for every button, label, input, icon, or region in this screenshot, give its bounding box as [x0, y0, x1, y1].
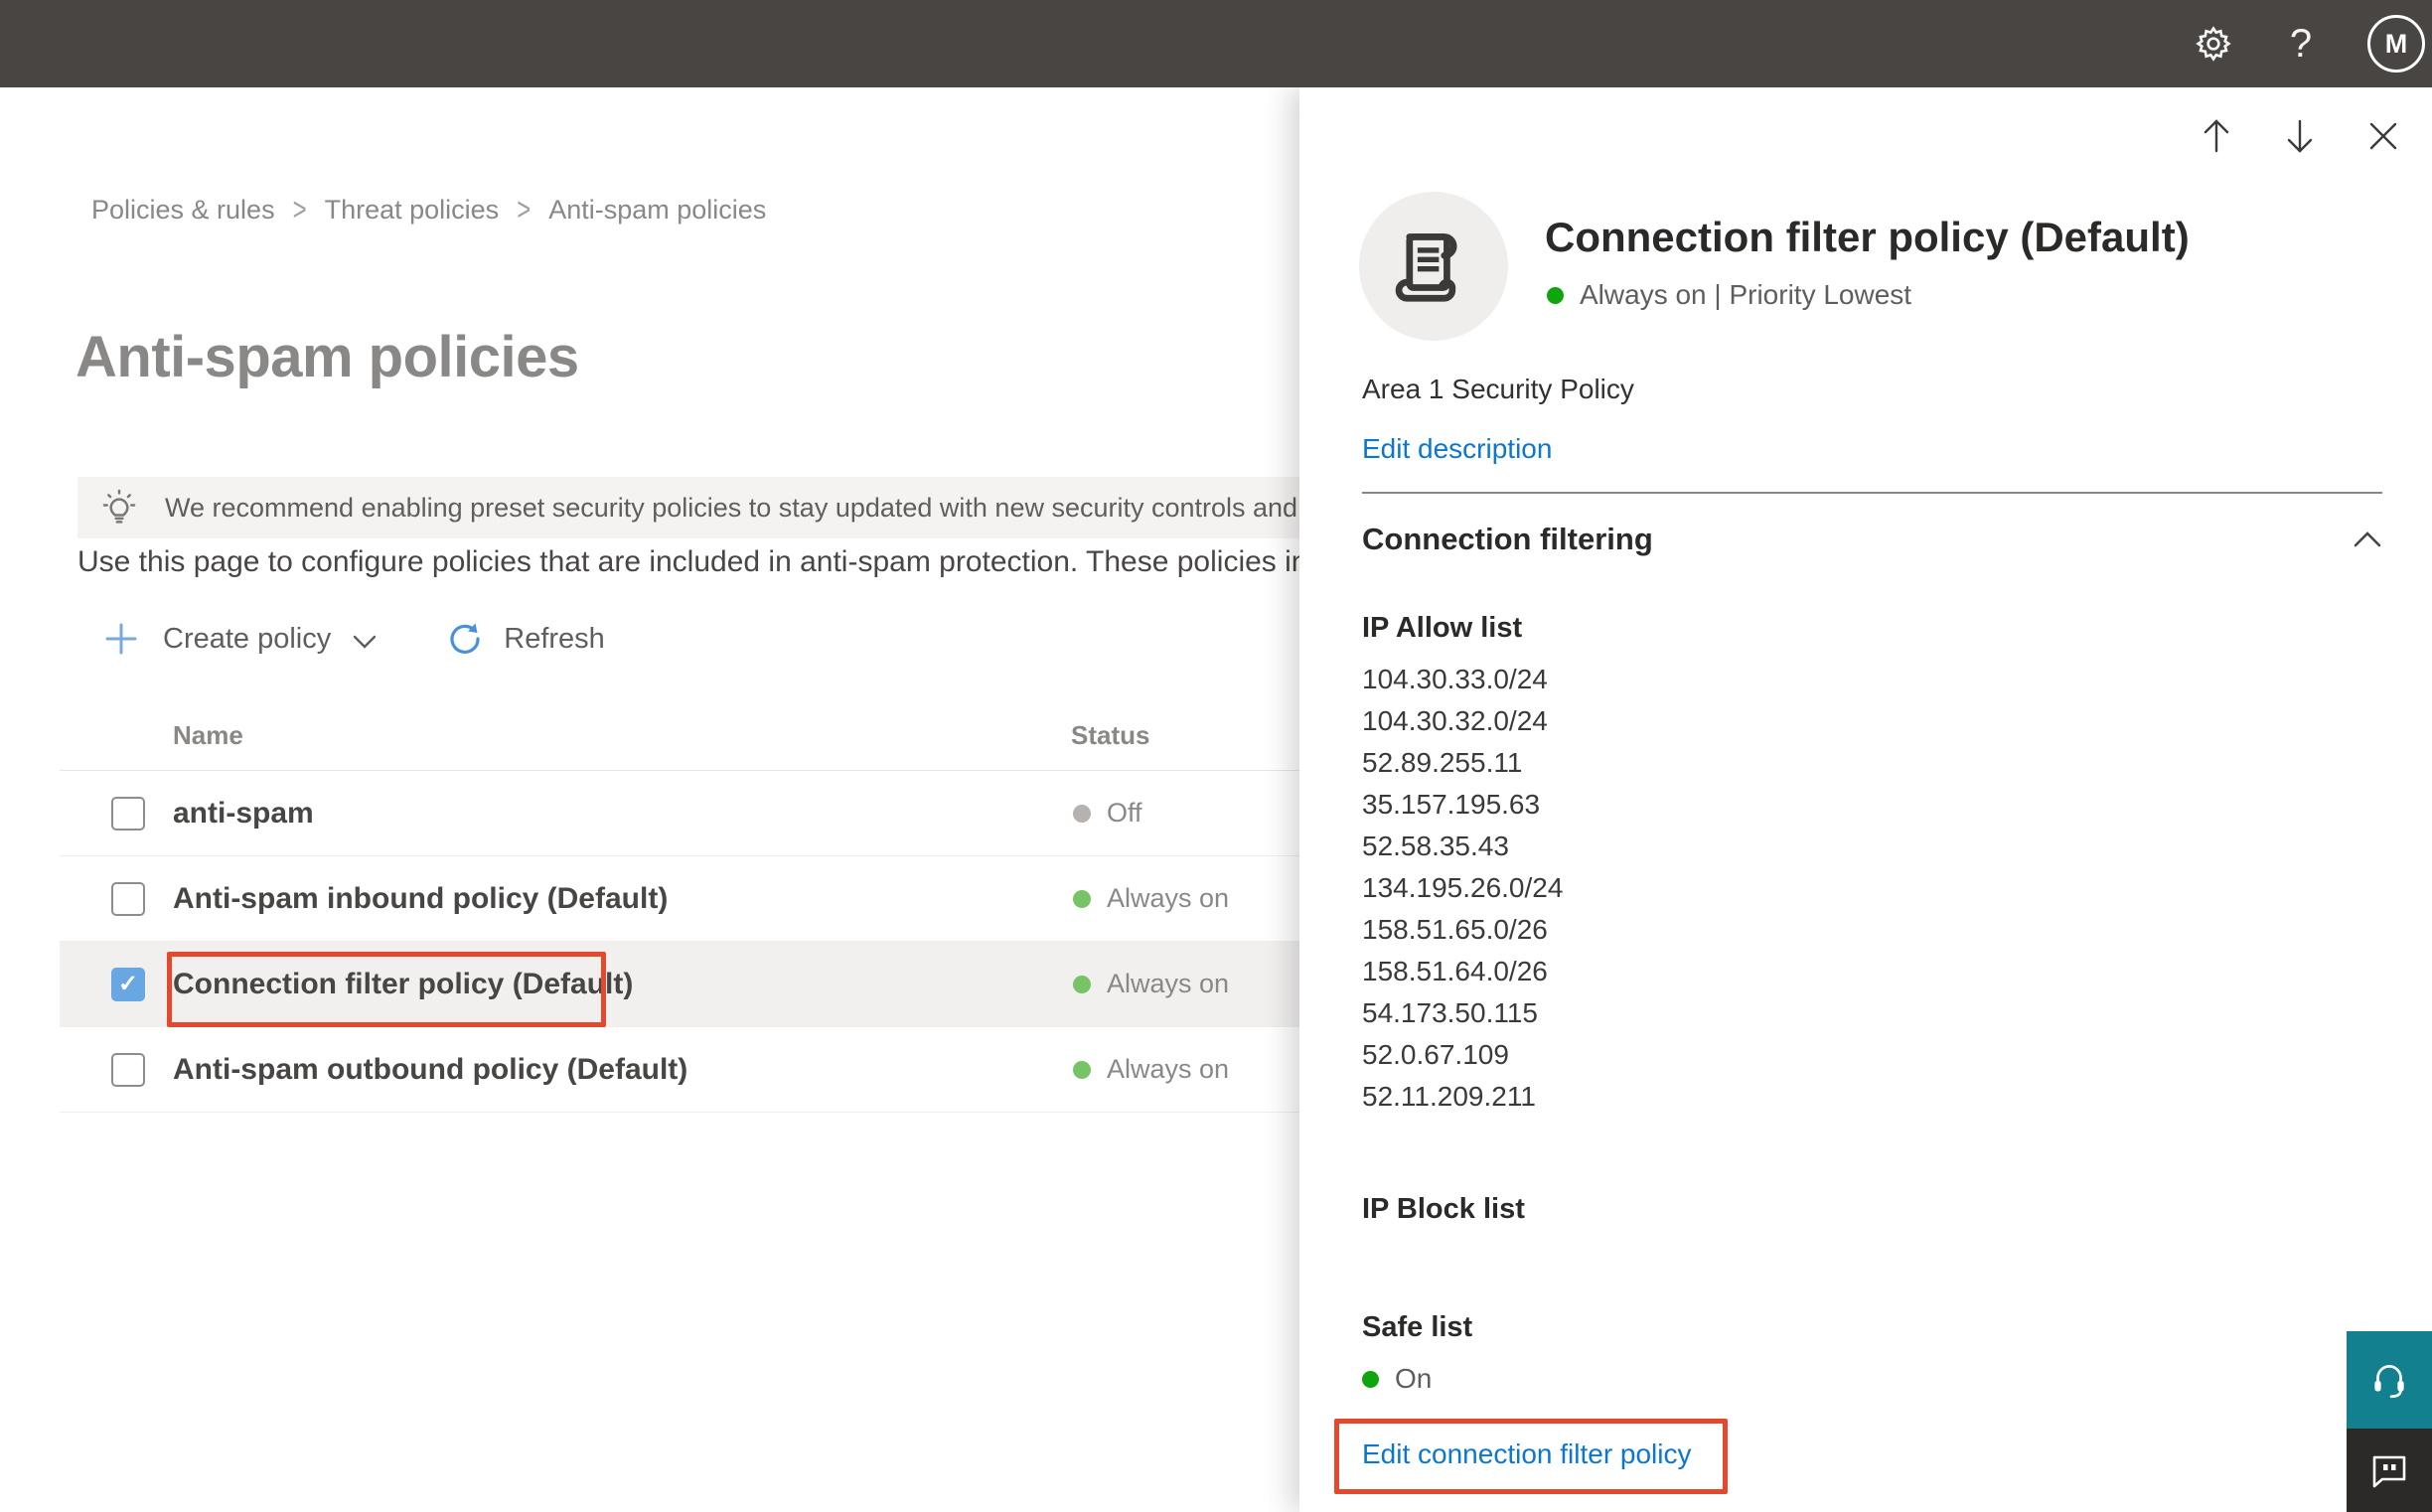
arrow-up-icon — [2200, 117, 2233, 155]
policy-name[interactable]: Connection filter policy (Default) — [173, 968, 633, 1001]
breadcrumb-separator-icon: > — [292, 191, 307, 228]
row-checkbox[interactable] — [111, 1052, 145, 1087]
app-window: ? M Policies & rules > Threat policies >… — [0, 0, 2432, 1512]
row-checkbox[interactable] — [111, 881, 145, 916]
chevron-down-icon — [353, 635, 377, 649]
panel-title: Connection filter policy (Default) — [1545, 214, 2190, 260]
breadcrumb-separator-icon: > — [517, 191, 532, 228]
ip-entry: 52.89.255.11 — [1362, 747, 1523, 778]
edit-description-link[interactable]: Edit description — [1362, 433, 1552, 465]
settings-button[interactable] — [2170, 0, 2257, 87]
table-row[interactable]: Anti-spam inbound policy (Default) Alway… — [60, 856, 1341, 942]
policy-name[interactable]: Anti-spam outbound policy (Default) — [173, 1053, 687, 1087]
row-checkbox[interactable] — [111, 796, 145, 831]
close-panel-button[interactable] — [2364, 117, 2402, 155]
ip-entry: 158.51.65.0/26 — [1362, 914, 1548, 945]
top-app-bar: ? M — [0, 0, 2432, 87]
edit-connection-filter-policy-link[interactable]: Edit connection filter policy — [1362, 1438, 1692, 1470]
feedback-bubble-icon — [2367, 1448, 2411, 1492]
breadcrumb-policies-rules[interactable]: Policies & rules — [91, 195, 275, 226]
refresh-label: Refresh — [504, 622, 605, 655]
safe-list-label: Safe list — [1362, 1311, 1473, 1343]
policy-avatar — [1359, 192, 1508, 341]
refresh-icon — [446, 620, 484, 658]
close-icon — [2367, 120, 2399, 152]
status-dot-on-icon — [1073, 1060, 1091, 1079]
next-item-button[interactable] — [2281, 117, 2319, 155]
table-header: Name Status — [60, 700, 1341, 771]
page-description: Use this page to configure policies that… — [77, 545, 1299, 578]
safe-list-status: On — [1362, 1363, 1432, 1395]
banner-text: We recommend enabling preset security po… — [165, 492, 1299, 523]
status-badge: Always on — [1073, 883, 1229, 914]
breadcrumb-threat-policies[interactable]: Threat policies — [325, 195, 500, 226]
status-badge: Off — [1073, 798, 1142, 829]
column-header-name[interactable]: Name — [173, 720, 243, 751]
feedback-button[interactable] — [2347, 1429, 2432, 1512]
chevron-up-icon — [2353, 530, 2382, 548]
plus-icon — [103, 621, 139, 657]
arrow-down-icon — [2283, 117, 2317, 155]
status-dot-on-icon — [1073, 889, 1091, 908]
account-button[interactable]: M — [2345, 0, 2432, 87]
ip-entry: 52.0.67.109 — [1362, 1039, 1509, 1070]
panel-actions — [2198, 117, 2402, 155]
ip-entry: 35.157.195.63 — [1362, 789, 1541, 820]
column-header-status[interactable]: Status — [1071, 720, 1149, 751]
recommendation-banner: We recommend enabling preset security po… — [77, 477, 1299, 538]
status-badge: Always on — [1073, 1054, 1229, 1085]
details-flyout-panel: Connection filter policy (Default) Alway… — [1299, 87, 2432, 1512]
status-dot-off-icon — [1073, 804, 1091, 823]
page-title: Anti-spam policies — [76, 325, 579, 389]
refresh-button[interactable]: Refresh — [446, 620, 605, 658]
ip-entry: 104.30.33.0/24 — [1362, 664, 1548, 694]
ip-allow-list-label: IP Allow list — [1362, 612, 1523, 644]
ip-entry: 158.51.64.0/26 — [1362, 956, 1548, 986]
status-dot-on-icon — [1362, 1370, 1379, 1388]
scroll-icon — [1391, 224, 1476, 309]
command-bar: Create policy Refresh — [103, 614, 605, 664]
policy-name[interactable]: Anti-spam inbound policy (Default) — [173, 882, 668, 916]
row-checkbox-checked[interactable]: ✓ — [111, 967, 145, 1001]
gear-icon — [2194, 24, 2233, 64]
table-row[interactable]: anti-spam Off — [60, 771, 1341, 856]
ip-entry: 134.195.26.0/24 — [1362, 872, 1564, 903]
status-dot-on-icon — [1073, 975, 1091, 993]
panel-status: Always on | Priority Lowest — [1547, 279, 1911, 311]
headset-icon — [2366, 1357, 2412, 1403]
help-icon: ? — [2289, 21, 2313, 66]
ip-entry: 52.58.35.43 — [1362, 831, 1509, 861]
ip-entry: 104.30.32.0/24 — [1362, 705, 1548, 736]
create-policy-label: Create policy — [163, 622, 332, 655]
create-policy-button[interactable]: Create policy — [103, 621, 377, 657]
table-row[interactable]: Anti-spam outbound policy (Default) Alwa… — [60, 1027, 1341, 1113]
ip-block-list-label: IP Block list — [1362, 1193, 1525, 1225]
table-row-selected[interactable]: ✓ Connection filter policy (Default) Alw… — [60, 942, 1341, 1027]
lightbulb-icon — [99, 488, 139, 528]
status-dot-on-icon — [1547, 286, 1564, 304]
ip-allow-list: 104.30.33.0/24 104.30.32.0/24 52.89.255.… — [1362, 659, 1563, 1118]
help-button[interactable]: ? — [2257, 0, 2345, 87]
status-badge: Always on — [1073, 969, 1229, 999]
section-connection-filtering[interactable]: Connection filtering — [1362, 522, 2382, 557]
policy-description: Area 1 Security Policy — [1362, 374, 1634, 404]
previous-item-button[interactable] — [2198, 117, 2235, 155]
policy-name[interactable]: anti-spam — [173, 797, 314, 831]
breadcrumb-anti-spam-policies[interactable]: Anti-spam policies — [548, 195, 766, 226]
ip-entry: 52.11.209.211 — [1362, 1081, 1536, 1112]
breadcrumb: Policies & rules > Threat policies > Ant… — [91, 191, 766, 228]
support-button[interactable] — [2347, 1331, 2432, 1429]
avatar: M — [2367, 15, 2425, 73]
ip-entry: 54.173.50.115 — [1362, 997, 1538, 1028]
divider — [1362, 492, 2382, 494]
